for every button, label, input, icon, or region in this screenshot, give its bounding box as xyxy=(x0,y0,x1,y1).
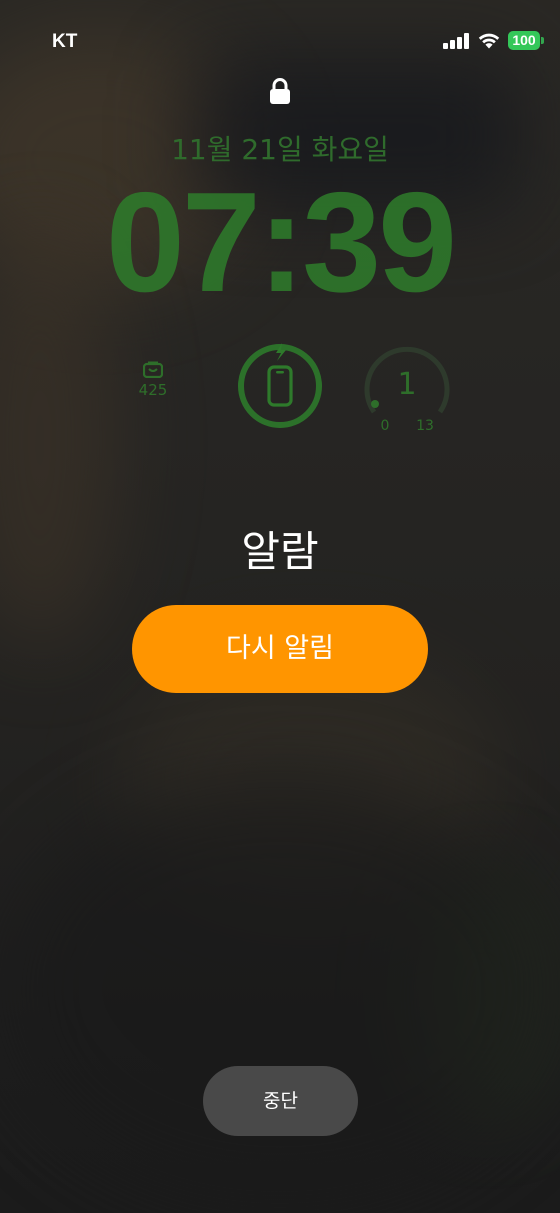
date-label: 11월 21일 화요일 xyxy=(171,133,389,166)
phone-charging-icon[interactable] xyxy=(236,342,324,430)
gauge-min: 0 xyxy=(381,418,390,432)
status-bar: KT 100 xyxy=(0,0,560,84)
wallpaper-blur xyxy=(0,780,560,1200)
battery-tip xyxy=(541,37,544,44)
carrier-name: KT xyxy=(52,31,78,52)
shopping-bag-icon xyxy=(143,361,163,378)
stop-button[interactable]: 중단 xyxy=(203,1066,358,1136)
gauge-widget[interactable]: 1 0 13 xyxy=(362,342,452,434)
steps-widget[interactable]: 425 xyxy=(128,360,178,399)
clock-time: 07:39 xyxy=(105,163,457,322)
gauge-value: 1 xyxy=(397,367,416,402)
alarm-title: 알람 xyxy=(241,527,319,576)
snooze-button[interactable]: 다시 알림 xyxy=(132,605,428,693)
wifi-icon xyxy=(478,33,500,49)
gauge-ring-icon: 1 0 13 xyxy=(364,346,450,434)
lock-screen: KT 100 11월 21일 화요일 07:39 425 1 0 13 알람 다… xyxy=(0,0,560,1213)
signal-icon xyxy=(443,33,470,49)
widget-row: 425 1 0 13 xyxy=(0,330,560,440)
steps-value: 425 xyxy=(138,381,168,399)
gauge-max: 13 xyxy=(416,418,434,432)
lock-icon xyxy=(270,78,290,104)
battery-icon: 100 xyxy=(508,31,540,50)
